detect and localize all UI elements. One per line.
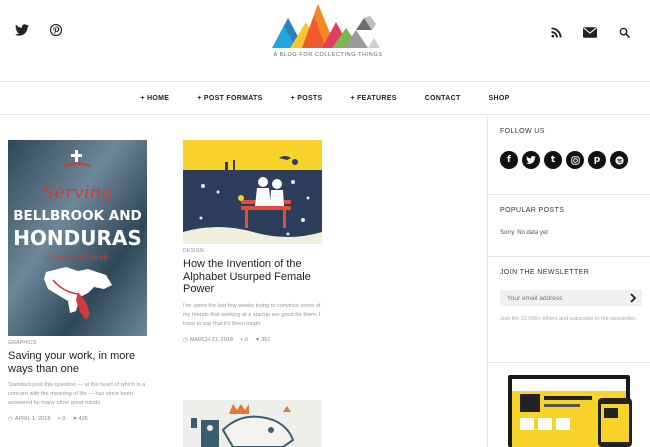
widget-title: POPULAR POSTS (500, 207, 565, 214)
pinterest-icon[interactable]: p (588, 151, 606, 169)
post-comments[interactable]: 0 (245, 337, 248, 343)
post-thumbnail-shirt[interactable]: Serving BELLBROOK AND HONDURAS CovenantC… (8, 140, 147, 336)
search-icon[interactable] (616, 24, 632, 40)
post-grid: Serving BELLBROOK AND HONDURAS CovenantC… (0, 116, 487, 447)
clock-icon: ◷ (8, 416, 13, 422)
facebook-icon[interactable]: f (500, 151, 518, 169)
main-navigation: + HOME + POST FORMATS + POSTS + FEATURES… (0, 83, 650, 115)
post-date: MARCH 31, 2018 (189, 336, 233, 343)
post-title[interactable]: How the Invention of the Alphabet Usurpe… (183, 258, 323, 296)
popular-empty-text: Sorry. No data yet (500, 230, 548, 236)
post-thumbnail-illustration[interactable] (183, 400, 322, 447)
post-meta: ◷ APRIL 1, 2018 ▪ 0 ♥ 426 (8, 416, 148, 422)
spotify-icon[interactable] (610, 151, 628, 169)
shirt-text-serving: Serving (42, 182, 113, 203)
site-header: A BLOG FOR COLLECTING THINGS (0, 0, 650, 82)
widget-popular-posts: POPULAR POSTS Sorry. No data yet (488, 195, 650, 257)
shirt-text-honduras: HONDURAS (13, 226, 142, 250)
rss-icon[interactable] (548, 24, 564, 40)
twitter-icon[interactable] (522, 151, 540, 169)
post-excerpt: Standard post this question — at the hea… (8, 382, 146, 406)
newsletter-form (500, 290, 642, 306)
post-likes[interactable]: 426 (79, 416, 88, 422)
clock-icon: ◷ (183, 336, 188, 343)
nav-item-features[interactable]: + FEATURES (350, 95, 396, 102)
header-social (14, 22, 64, 38)
heart-icon: ♥ (255, 336, 260, 343)
shirt-text-bellbrook: BELLBROOK AND (13, 208, 141, 224)
instagram-icon[interactable] (566, 151, 584, 169)
widget-newsletter: JOIN THE NEWSLETTER Join the 12.000+ oth… (488, 257, 650, 363)
site-logo[interactable] (268, 2, 382, 72)
heart-icon: ♥ (73, 416, 77, 422)
sidebar-ad-banner[interactable] (498, 372, 638, 447)
newsletter-email-input[interactable] (500, 294, 625, 302)
post-category[interactable]: DESIGN (183, 248, 323, 254)
widget-follow: FOLLOW US f t p (488, 116, 650, 195)
post-thumbnail-alphabet[interactable] (183, 140, 322, 244)
post-title[interactable]: Saving your work, in more ways than one (8, 350, 148, 375)
widget-title: JOIN THE NEWSLETTER (500, 269, 590, 276)
post-meta: ◷ MARCH 31, 2018 ▪ 0 ♥ 351 (183, 337, 323, 343)
post-card: Serving BELLBROOK AND HONDURAS CovenantC… (8, 140, 148, 422)
shirt-text-covenant: CovenantCreek (47, 253, 109, 262)
post-card: DESIGN How the Invention of the Alphabet… (183, 140, 323, 343)
newsletter-join-text: Join the 12.000+ others and subscribe to… (500, 316, 637, 322)
post-category[interactable]: GRAPHICS (8, 340, 148, 346)
tumblr-icon[interactable]: t (544, 151, 562, 169)
comment-icon: ▪ (240, 336, 243, 343)
nav-item-posts[interactable]: + POSTS (291, 95, 323, 102)
site-tagline: A BLOG FOR COLLECTING THINGS (273, 52, 383, 58)
nav-item-post-formats[interactable]: + POST FORMATS (197, 95, 262, 102)
mail-icon[interactable] (582, 24, 598, 40)
post-likes[interactable]: 351 (261, 337, 270, 343)
post-comments[interactable]: 0 (62, 416, 65, 422)
chevron-right-icon[interactable] (628, 293, 638, 303)
nav-item-shop[interactable]: SHOP (489, 95, 510, 102)
comment-icon: ▪ (58, 416, 61, 422)
pinterest-icon[interactable] (48, 22, 64, 38)
nav-item-home[interactable]: + HOME (140, 95, 169, 102)
post-date: APRIL 1, 2018 (14, 416, 51, 422)
widget-title: FOLLOW US (500, 128, 545, 135)
twitter-icon[interactable] (14, 22, 30, 38)
header-utility (548, 24, 632, 40)
post-excerpt: I've spent the last few weeks trying to … (183, 302, 321, 327)
follow-icons: f t p (500, 151, 638, 169)
nav-item-contact[interactable]: CONTACT (425, 95, 461, 102)
